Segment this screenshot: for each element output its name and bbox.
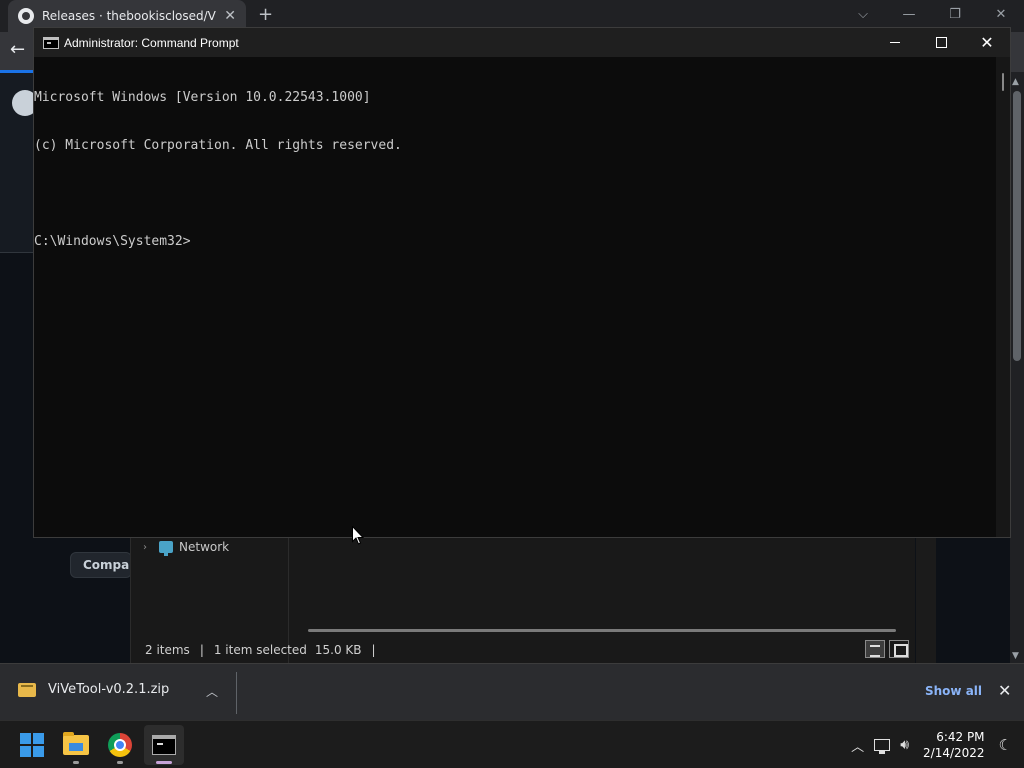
scroll-up-icon[interactable]: ▲	[1012, 77, 1019, 87]
browser-close-button[interactable]: ✕	[978, 0, 1024, 30]
cmd-scroll-thumb[interactable]	[1002, 73, 1004, 91]
cmd-icon	[43, 36, 59, 49]
system-tray: ︿ 🔊︎ 6:42 PM 2/14/2022 ☾	[851, 721, 1024, 768]
clock-date: 2/14/2022	[923, 746, 985, 760]
start-button[interactable]	[12, 725, 52, 765]
chevron-right-icon[interactable]: ›	[143, 542, 153, 553]
cmd-scrollbar[interactable]	[996, 57, 1010, 537]
running-indicator	[73, 761, 79, 764]
browser-tab-title: Releases · thebookisclosed/ViVe	[42, 9, 217, 23]
cmd-window-title: Administrator: Command Prompt	[64, 35, 239, 50]
active-indicator	[156, 761, 172, 764]
large-icons-view-icon[interactable]	[889, 640, 909, 658]
running-indicator	[117, 761, 123, 764]
console-line: Microsoft Windows [Version 10.0.22543.10…	[34, 90, 371, 105]
browser-restore-button[interactable]: ❐	[932, 0, 978, 30]
file-explorer-icon	[63, 732, 89, 755]
zip-file-icon	[18, 682, 36, 697]
cmd-titlebar[interactable]: Administrator: Command Prompt ✕	[34, 28, 1010, 57]
page-scroll-thumb[interactable]	[1013, 91, 1021, 361]
terminal-icon	[152, 735, 176, 755]
focus-assist-icon[interactable]: ☾	[999, 736, 1012, 754]
download-item[interactable]: ViVeTool-v0.2.1.zip	[18, 682, 169, 697]
nav-item-label: Network	[179, 540, 230, 554]
windows-start-icon	[20, 733, 44, 757]
nav-item-network[interactable]: › Network	[143, 540, 230, 556]
cmd-window-controls: ✕	[872, 28, 1010, 57]
explorer-status-bar: 2 items | 1 item selected 15.0 KB |	[131, 636, 916, 663]
taskbar-chrome[interactable]	[100, 725, 140, 765]
cmd-maximize-button[interactable]	[918, 28, 964, 57]
browser-minimize-button[interactable]: —	[886, 0, 932, 30]
tab-search-icon[interactable]: ⌵	[840, 0, 886, 30]
download-file-name: ViVeTool-v0.2.1.zip	[48, 682, 170, 697]
explorer-horizontal-scrollbar[interactable]	[308, 629, 896, 632]
explorer-edge	[916, 536, 936, 663]
download-divider	[236, 672, 237, 714]
status-separator: |	[199, 642, 204, 657]
close-download-shelf-icon[interactable]: ✕	[998, 681, 1011, 700]
cmd-minimize-button[interactable]	[872, 28, 918, 57]
scroll-down-icon[interactable]: ▼	[1012, 651, 1019, 661]
show-hidden-icons-icon[interactable]: ︿	[851, 736, 864, 755]
taskbar-clock[interactable]: 6:42 PM 2/14/2022	[923, 729, 985, 761]
network-icon	[159, 541, 173, 556]
browser-window-controls: ⌵ — ❐ ✕	[840, 0, 1024, 30]
taskbar-file-explorer[interactable]	[56, 725, 96, 765]
status-separator: |	[371, 642, 376, 657]
compare-button[interactable]: Compare	[70, 552, 132, 578]
show-all-link[interactable]: Show all	[925, 684, 982, 698]
download-shelf: ViVeTool-v0.2.1.zip ︿ Show all ✕	[0, 663, 1024, 720]
chrome-icon	[108, 733, 132, 757]
github-icon	[18, 8, 34, 24]
view-toggle	[865, 640, 909, 658]
status-size: 15.0 KB	[314, 642, 362, 657]
cmd-close-button[interactable]: ✕	[964, 28, 1010, 57]
taskbar-command-prompt[interactable]	[144, 725, 184, 765]
command-prompt-window: Administrator: Command Prompt ✕ Microsof…	[33, 27, 1011, 538]
cmd-console-output[interactable]: Microsoft Windows [Version 10.0.22543.10…	[34, 57, 996, 537]
windows-taskbar: ︿ 🔊︎ 6:42 PM 2/14/2022 ☾	[0, 720, 1024, 768]
console-line: (c) Microsoft Corporation. All rights re…	[34, 138, 402, 153]
console-prompt[interactable]: C:\Windows\System32>	[34, 234, 996, 250]
file-explorer-window: › Network 2 items | 1 item selected 15.0…	[130, 536, 936, 663]
status-item-count: 2 items	[145, 642, 190, 657]
page-scrollbar[interactable]: ▲ ▼	[1010, 73, 1024, 663]
back-arrow-icon[interactable]: ←	[10, 39, 25, 60]
status-selection: 1 item selected	[213, 642, 307, 657]
volume-icon[interactable]: 🔊︎	[900, 737, 909, 753]
network-tray-icon[interactable]	[874, 739, 891, 754]
close-tab-icon[interactable]: ✕	[224, 8, 236, 24]
new-tab-button[interactable]: +	[258, 4, 273, 25]
chevron-up-icon[interactable]: ︿	[206, 683, 218, 700]
details-view-icon[interactable]	[865, 640, 885, 658]
clock-time: 6:42 PM	[936, 730, 985, 744]
